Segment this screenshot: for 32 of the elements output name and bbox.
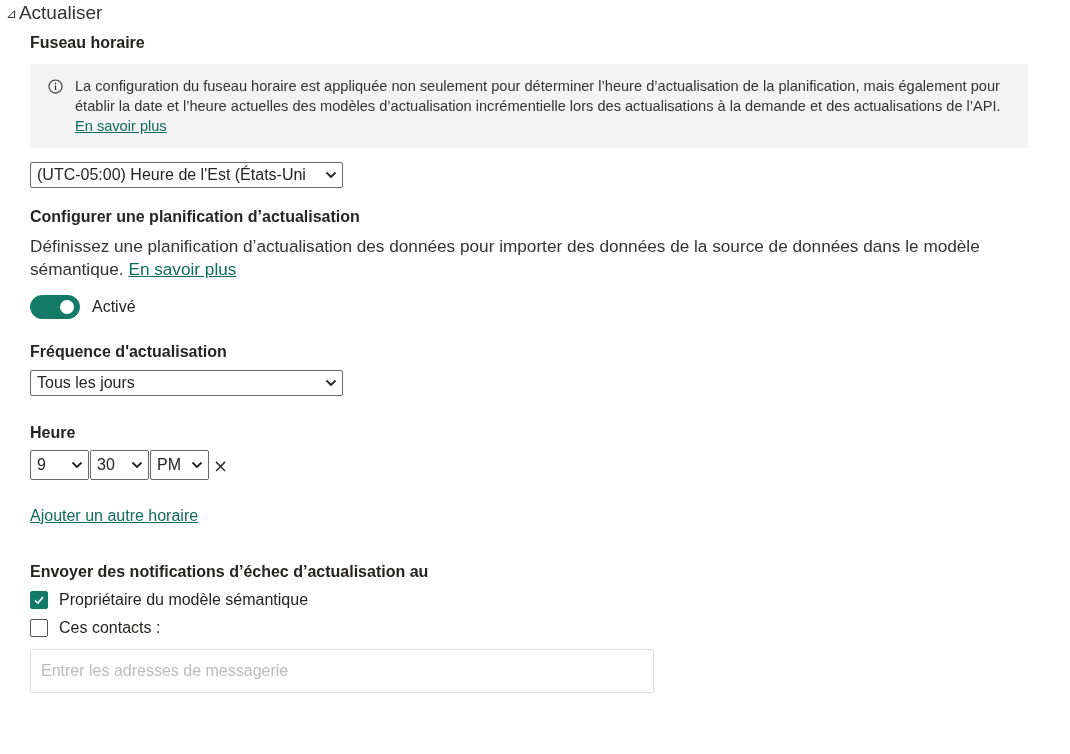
- description-text: Définissez une planification d’actualisation des données pour importer des données de la source de données dans le modèle sémantique. En savoir plus: [30, 235, 981, 281]
- section-heading: Heure: [30, 424, 77, 442]
- period-dropdown[interactable]: PM: [150, 450, 209, 480]
- chevron-icon: [191, 461, 203, 469]
- learn-more-link[interactable]: En savoir plus: [75, 118, 167, 134]
- info-icon: [48, 79, 63, 94]
- hour-dropdown[interactable]: 9: [30, 450, 89, 480]
- info-text: La configuration du fuseau horaire est appliquée non seulement pour déterminer l’heure d’actualisation de la planification, mais également pour établir la date et l’heure actuelles des modèles d’actualisation incrémentielle lors des actualisations à la demande et des actualisations de l’API. En savoir plus: [75, 77, 1002, 136]
- checkbox[interactable]: [30, 619, 48, 637]
- chevron-icon: [325, 171, 337, 179]
- frequency-dropdown[interactable]: Tous les jours: [30, 370, 343, 396]
- chevron-icon: [131, 461, 143, 469]
- checkbox-label: Propriétaire du modèle sémantique: [59, 591, 309, 609]
- checkbox-label: Ces contacts :: [59, 619, 161, 637]
- remove-button[interactable]: ×: [210, 454, 232, 476]
- section-heading: Fréquence d'actualisation: [30, 343, 228, 361]
- section-heading: Configurer une planification d’actualisation: [30, 208, 361, 226]
- minute-dropdown[interactable]: 30: [90, 450, 149, 480]
- timezone-dropdown[interactable]: (UTC-05:00) Heure de l'Est (États-Uni: [30, 162, 343, 188]
- toggle-label: Activé: [92, 298, 136, 316]
- add-schedule-link[interactable]: Ajouter un autre horaire: [30, 507, 199, 525]
- section-heading: Envoyer des notifications d’échec d’actualisation au: [30, 563, 430, 581]
- chevron-icon: [71, 461, 83, 469]
- section-heading: Fuseau horaire: [30, 34, 146, 52]
- toggle-switch[interactable]: [30, 295, 80, 319]
- check-icon: [33, 594, 45, 606]
- chevron-icon: [325, 379, 337, 387]
- email-input-field[interactable]: Entrer les adresses de messagerie: [30, 649, 654, 693]
- collapse-toggle[interactable]: ⊿: [6, 5, 17, 21]
- section-title: Actualiser: [18, 2, 103, 24]
- checkbox[interactable]: [30, 591, 48, 609]
- learn-more-link[interactable]: En savoir plus: [128, 259, 237, 279]
